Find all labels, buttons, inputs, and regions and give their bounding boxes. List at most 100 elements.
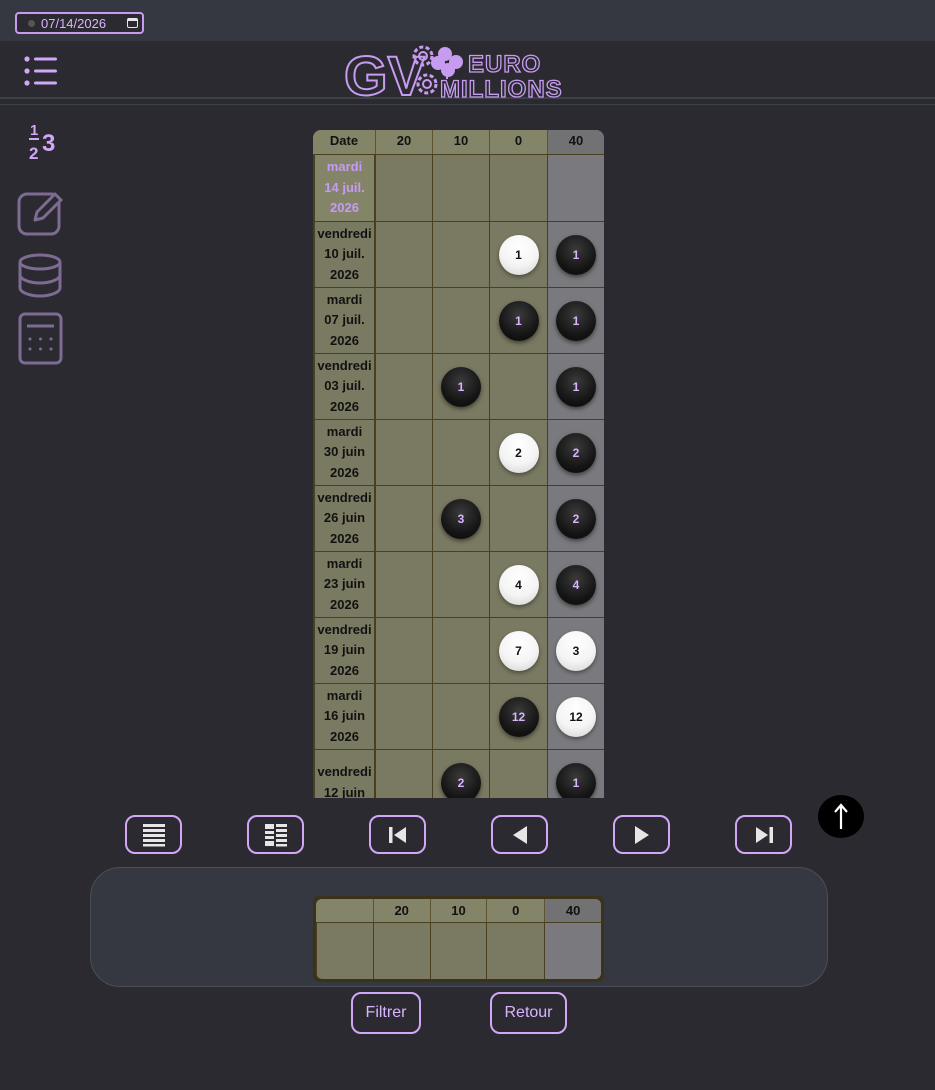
previous-icon (512, 825, 527, 844)
list-view-icon (142, 823, 165, 846)
header-0[interactable]: 0 (490, 130, 548, 154)
black-ball[interactable]: 1 (441, 366, 481, 407)
next-button[interactable] (613, 815, 670, 854)
black-ball[interactable]: 1 (556, 234, 596, 275)
numbers-icon-digit-2: 2 (29, 144, 38, 162)
grid-view-icon (264, 823, 287, 846)
menu-icon[interactable] (23, 55, 59, 89)
row-date: vendredi 26 juin 2026 (313, 486, 376, 551)
white-ball[interactable]: 4 (498, 564, 539, 605)
table-row: vendredi 03 juil. 2026 1 1 (313, 354, 604, 420)
date-line: 2026 (330, 728, 359, 744)
filter-cell-40[interactable] (545, 923, 601, 979)
date-picker-input[interactable]: 07/14/2026 (15, 12, 144, 34)
filter-cell-10[interactable] (431, 923, 488, 979)
row-date: vendredi 12 juin (313, 750, 376, 798)
logo-line2: MILLIONS (440, 76, 563, 102)
date-line: 14 juil. (324, 179, 365, 195)
list-view-button[interactable] (125, 815, 182, 854)
black-ball[interactable]: 1 (556, 762, 596, 798)
header-10[interactable]: 10 (433, 130, 490, 154)
date-line: 2026 (330, 596, 359, 612)
table-body: mardi 14 juil. 2026 vendredi 10 juil. 2026 1 1 m… (313, 155, 604, 798)
cell-20 (376, 155, 433, 221)
black-ball[interactable]: 4 (556, 564, 596, 605)
white-ball[interactable]: 2 (498, 432, 539, 473)
cell-10: 1 (433, 354, 490, 419)
scroll-top-button[interactable] (818, 795, 864, 838)
filter-table-header: 20 10 0 40 (316, 899, 601, 923)
row-date: vendredi 10 juil. 2026 (313, 222, 376, 287)
cell-20 (376, 486, 433, 551)
filter-header-20[interactable]: 20 (374, 899, 431, 922)
calculator-icon[interactable] (18, 312, 63, 365)
cell-40: 12 (548, 684, 604, 749)
header-20[interactable]: 20 (376, 130, 433, 154)
black-ball[interactable]: 1 (556, 366, 596, 407)
row-date: vendredi 03 juil. 2026 (313, 354, 376, 419)
cell-20 (376, 684, 433, 749)
grid-view-button[interactable] (247, 815, 304, 854)
date-line: vendredi (317, 225, 372, 241)
cell-20 (376, 552, 433, 617)
white-ball[interactable]: 7 (498, 630, 539, 671)
black-ball[interactable]: 2 (556, 498, 596, 539)
header-date[interactable]: Date (313, 130, 376, 154)
date-line: mardi (326, 159, 363, 175)
cell-20 (376, 420, 433, 485)
cell-20 (376, 750, 433, 798)
row-date: mardi 30 juin 2026 (313, 420, 376, 485)
filter-header-40[interactable]: 40 (545, 899, 601, 922)
date-line: 16 juin (323, 708, 366, 724)
black-ball[interactable]: 3 (441, 498, 481, 539)
cell-40: 2 (548, 420, 604, 485)
row-date: mardi 16 juin 2026 (313, 684, 376, 749)
black-ball[interactable]: 1 (498, 300, 539, 341)
black-ball[interactable]: 2 (441, 762, 481, 798)
cell-0: 1 (490, 288, 548, 353)
edit-icon[interactable] (17, 188, 65, 236)
cell-0: 7 (490, 618, 548, 683)
cell-0 (490, 155, 548, 221)
cell-0: 1 (490, 222, 548, 287)
top-bar: 07/14/2026 (0, 0, 935, 41)
filter-cell-0[interactable] (487, 923, 546, 979)
date-line: vendredi (317, 489, 372, 505)
first-page-button[interactable] (369, 815, 426, 854)
cell-10 (433, 288, 490, 353)
black-ball[interactable]: 12 (498, 696, 539, 737)
last-page-button[interactable] (735, 815, 792, 854)
black-ball[interactable]: 1 (556, 300, 596, 341)
database-icon[interactable] (18, 253, 63, 298)
date-line: vendredi (317, 621, 372, 637)
cell-20 (376, 618, 433, 683)
date-line: 2026 (330, 266, 359, 282)
filter-header-0[interactable]: 0 (487, 899, 546, 922)
date-line: vendredi (317, 764, 372, 779)
filter-cell-date[interactable] (316, 923, 374, 979)
cell-40 (548, 155, 604, 221)
filter-header-10[interactable]: 10 (431, 899, 488, 922)
table-row: mardi 16 juin 2026 12 12 (313, 684, 604, 750)
cell-40: 4 (548, 552, 604, 617)
white-ball[interactable]: 3 (556, 630, 596, 671)
filter-cell-20[interactable] (374, 923, 431, 979)
cell-10 (433, 684, 490, 749)
table-row: vendredi 19 juin 2026 7 3 (313, 618, 604, 684)
cell-0 (490, 750, 548, 798)
white-ball[interactable]: 1 (498, 234, 539, 275)
back-button[interactable]: Retour (490, 992, 567, 1034)
date-line: 23 juin (323, 576, 366, 592)
calendar-icon[interactable] (127, 18, 138, 28)
date-line: mardi (326, 423, 363, 439)
black-ball[interactable]: 2 (556, 432, 596, 473)
previous-button[interactable] (491, 815, 548, 854)
white-ball[interactable]: 12 (556, 696, 596, 737)
date-line: 07 juil. (324, 312, 365, 328)
numbers-icon[interactable]: 1 2 3 (28, 120, 60, 162)
filter-button[interactable]: Filtrer (351, 992, 421, 1034)
arrow-up-icon (834, 802, 848, 829)
header-40[interactable]: 40 (548, 130, 604, 154)
cell-40: 1 (548, 288, 604, 353)
date-line: 12 juin (323, 784, 366, 799)
